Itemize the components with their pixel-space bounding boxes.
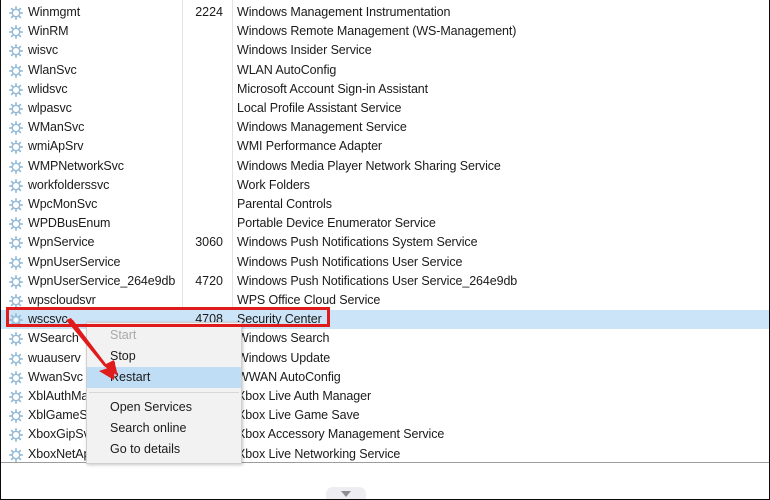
service-name: WwanSvc bbox=[28, 369, 83, 384]
service-name: wuauserv bbox=[28, 350, 81, 365]
service-description: Windows Update bbox=[237, 350, 331, 365]
table-row[interactable]: wpscloudsvr WPS Office Cloud Service bbox=[1, 291, 769, 310]
service-description: Work Folders bbox=[237, 177, 310, 192]
table-row[interactable]: WpnService 3060 Windows Push Notifications… bbox=[1, 233, 769, 252]
gear-icon bbox=[9, 294, 23, 308]
gear-icon bbox=[9, 447, 23, 462]
gear-icon bbox=[9, 6, 23, 20]
service-description: Xbox Accessory Management Service bbox=[237, 427, 445, 442]
service-description: Windows Media Player Network Sharing Ser… bbox=[237, 158, 501, 173]
table-row[interactable]: wmiApSrv WMI Performance Adapter bbox=[1, 137, 769, 156]
service-description: Windows Push Notifications User Service bbox=[237, 254, 463, 269]
gear-icon bbox=[9, 25, 23, 40]
gear-icon bbox=[9, 274, 23, 289]
gear-icon bbox=[9, 390, 23, 404]
gear-icon bbox=[9, 255, 23, 270]
service-name: WinRM bbox=[28, 24, 69, 39]
service-description: Windows Push Notifications User Service_… bbox=[237, 273, 518, 288]
gear-icon bbox=[9, 332, 23, 347]
gear-icon bbox=[9, 428, 23, 443]
table-row[interactable]: WlanSvc WLAN AutoConfig bbox=[1, 61, 769, 80]
service-name: WpcMonSvc bbox=[28, 197, 98, 211]
service-description: WMI Performance Adapter bbox=[237, 139, 382, 154]
footer-bar: Fewer details Open bbox=[1, 463, 769, 499]
service-description: WWAN AutoConfig bbox=[237, 369, 341, 384]
table-row[interactable]: wisvc Windows Insider Service bbox=[1, 41, 769, 60]
gear-icon bbox=[9, 63, 23, 78]
gear-icon bbox=[9, 82, 23, 97]
menu-separator bbox=[89, 392, 239, 393]
gear-icon bbox=[9, 370, 23, 385]
service-description: Windows Management Service bbox=[237, 120, 407, 135]
service-description: Parental Controls bbox=[237, 197, 332, 211]
service-pid: 4720 bbox=[195, 273, 223, 288]
service-pid: 3060 bbox=[195, 235, 223, 250]
service-name: WManSvc bbox=[28, 120, 85, 135]
table-row[interactable]: WPDBusEnum Portable Device Enumerator Ser… bbox=[1, 214, 769, 233]
service-name: WpnService bbox=[28, 235, 95, 250]
service-description: Security Center bbox=[237, 312, 322, 327]
table-row[interactable]: WManSvc Windows Management Service bbox=[1, 118, 769, 137]
table-row[interactable]: workfolderssvc Work Folders bbox=[1, 176, 769, 195]
menu-item-stop[interactable]: Stop bbox=[87, 346, 241, 367]
gear-icon bbox=[9, 44, 23, 59]
service-description: Windows Push Notifications System Servic… bbox=[237, 235, 478, 250]
service-name: Winmgmt bbox=[28, 5, 81, 19]
menu-item-go-to-details[interactable]: Go to details bbox=[87, 439, 241, 460]
gear-icon bbox=[9, 313, 23, 328]
service-description: Xbox Live Game Save bbox=[237, 408, 360, 423]
service-name: wpscloudsvr bbox=[28, 293, 96, 307]
service-description: Xbox Live Networking Service bbox=[237, 446, 401, 461]
menu-item-open-services[interactable]: Open Services bbox=[87, 397, 241, 418]
service-description: Windows Management Instrumentation bbox=[237, 5, 451, 19]
service-description: WLAN AutoConfig bbox=[237, 62, 337, 77]
table-row[interactable]: WpnUserService_264e9db 4720 Windows Push N… bbox=[1, 272, 769, 291]
task-manager-window: Winmgmt 2224 Windows Management Instrument… bbox=[0, 0, 770, 500]
service-name: WlanSvc bbox=[28, 62, 77, 77]
table-row[interactable]: Winmgmt 2224 Windows Management Instrument… bbox=[1, 3, 769, 22]
gear-icon bbox=[9, 217, 23, 232]
gear-icon bbox=[9, 198, 23, 212]
gear-icon bbox=[9, 178, 23, 193]
service-name: wlpasvc bbox=[28, 101, 72, 115]
service-description: Microsoft Account Sign-in Assistant bbox=[237, 81, 429, 96]
table-row[interactable]: WMPNetworkSvc Windows Media Player Networ… bbox=[1, 157, 769, 176]
gear-icon bbox=[9, 102, 23, 116]
service-description: Windows Remote Management (WS-Management… bbox=[237, 24, 517, 39]
service-name: wscsvc bbox=[28, 312, 68, 327]
service-pid: 2224 bbox=[195, 5, 223, 19]
gear-icon bbox=[9, 121, 23, 136]
service-name: WPDBusEnum bbox=[28, 216, 111, 231]
menu-item-start: Start bbox=[110, 328, 137, 342]
service-description: WPS Office Cloud Service bbox=[237, 293, 381, 307]
service-description: Windows Search bbox=[237, 331, 330, 346]
gear-icon bbox=[9, 140, 23, 155]
gear-icon bbox=[9, 159, 23, 174]
menu-item-search-online[interactable]: Search online bbox=[87, 418, 241, 439]
gear-icon bbox=[9, 236, 23, 251]
service-name: wlidsvc bbox=[28, 81, 68, 96]
service-name: wmiApSrv bbox=[28, 139, 84, 154]
menu-item-restart[interactable]: Restart bbox=[87, 367, 241, 388]
gear-icon bbox=[9, 351, 23, 366]
service-name: wisvc bbox=[28, 43, 59, 58]
scrollbar-down-button[interactable] bbox=[326, 487, 366, 499]
service-name: workfolderssvc bbox=[28, 177, 110, 192]
table-row[interactable]: wlidsvc Microsoft Account Sign-in Assista… bbox=[1, 80, 769, 99]
service-description: Windows Insider Service bbox=[237, 43, 372, 58]
table-row[interactable]: WpnUserService Windows Push Notifications… bbox=[1, 253, 769, 272]
gear-icon bbox=[9, 409, 23, 424]
table-row[interactable]: wlpasvc Local Profile Assistant Service bbox=[1, 99, 769, 118]
service-description: Local Profile Assistant Service bbox=[237, 101, 402, 115]
chevron-down-icon bbox=[341, 491, 351, 497]
service-name: WMPNetworkSvc bbox=[28, 158, 124, 173]
context-menu[interactable]: Start Stop Restart Open Services Search onli… bbox=[86, 322, 242, 464]
table-row[interactable]: WinRM Windows Remote Management (WS-Manag… bbox=[1, 22, 769, 41]
service-name: WSearch bbox=[28, 331, 79, 346]
service-name: WpnUserService bbox=[28, 254, 121, 269]
service-description: Portable Device Enumerator Service bbox=[237, 216, 436, 231]
service-description: Xbox Live Auth Manager bbox=[237, 389, 372, 403]
table-row[interactable]: WpcMonSvc Parental Controls bbox=[1, 195, 769, 214]
